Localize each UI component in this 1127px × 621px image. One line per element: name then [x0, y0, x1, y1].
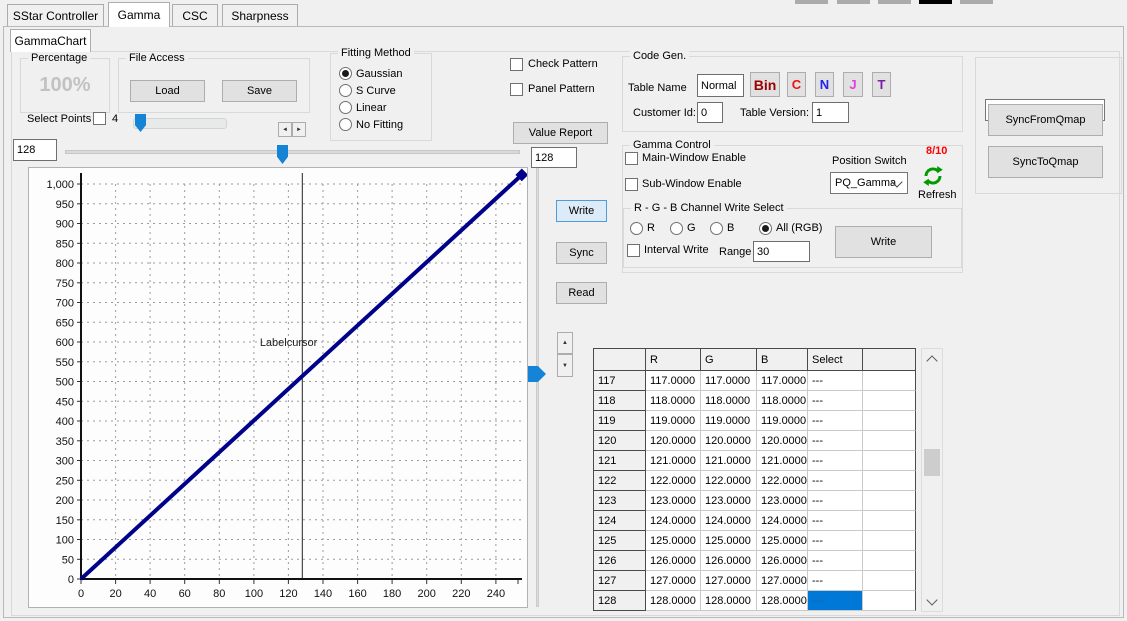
tab-sharpness[interactable]: Sharpness — [222, 4, 298, 26]
gammachart-page — [11, 51, 1120, 616]
tab-label: CSC — [182, 9, 207, 23]
tab-sstar-controller[interactable]: SStar Controller — [7, 4, 104, 26]
truncated-button-bar — [837, 0, 870, 4]
truncated-button-bar — [960, 0, 993, 4]
tab-gamma[interactable]: Gamma — [108, 2, 170, 27]
subtab-label: GammaChart — [14, 34, 86, 48]
subtab-gammachart[interactable]: GammaChart — [10, 29, 91, 52]
truncated-button-bar — [878, 0, 911, 4]
tab-csc[interactable]: CSC — [172, 4, 218, 26]
truncated-button-bar — [795, 0, 828, 4]
tab-label: SStar Controller — [13, 9, 98, 23]
truncated-button-bar — [919, 0, 952, 4]
tab-label: Sharpness — [231, 9, 288, 23]
tab-label: Gamma — [118, 8, 161, 22]
